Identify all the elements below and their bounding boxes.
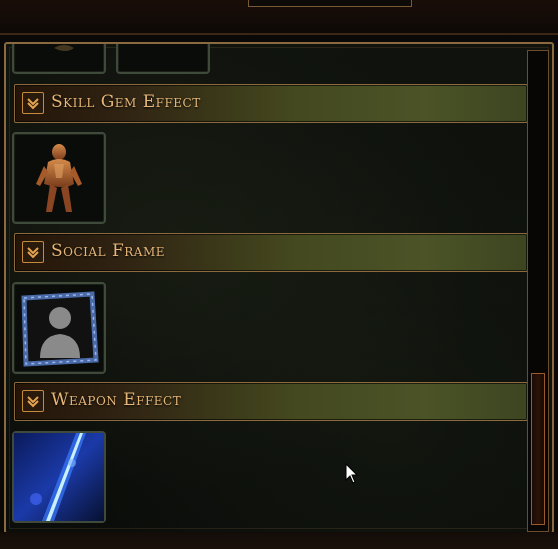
partial-item-thumb[interactable] <box>12 44 106 74</box>
mouse-cursor-icon <box>345 463 359 484</box>
partial-item-thumb[interactable] <box>116 44 210 74</box>
armored-character-item[interactable] <box>12 132 106 224</box>
scrollbar[interactable] <box>527 50 549 532</box>
silhouette-portrait-item[interactable] <box>12 282 106 374</box>
armored-character-icon <box>36 144 82 212</box>
chevron-down-icon[interactable] <box>22 241 44 263</box>
section-title: Social Frame <box>51 241 165 261</box>
section-header-skill-gem-effect[interactable]: Skill Gem Effect <box>14 84 528 123</box>
section-title: Skill Gem Effect <box>51 92 201 112</box>
scrollbar-thumb[interactable] <box>531 373 545 525</box>
top-divider <box>0 33 558 35</box>
section-header-weapon-effect[interactable]: Weapon Effect <box>14 382 528 421</box>
section-title: Weapon Effect <box>51 390 182 410</box>
top-bar <box>0 0 558 36</box>
top-tab[interactable] <box>248 0 412 7</box>
chevron-down-icon[interactable] <box>22 92 44 114</box>
portrait-silhouette-icon <box>21 291 99 367</box>
section-header-social-frame[interactable]: Social Frame <box>14 233 528 272</box>
bottom-frame <box>0 532 558 549</box>
blue-weapon-effect-item[interactable] <box>12 431 106 523</box>
partial-item-icon <box>54 45 74 51</box>
chevron-down-icon[interactable] <box>22 390 44 412</box>
cosmetics-panel: Skill Gem Effect Social Frame Weapon Eff… <box>4 42 554 534</box>
blue-energy-blade-icon <box>14 433 104 521</box>
